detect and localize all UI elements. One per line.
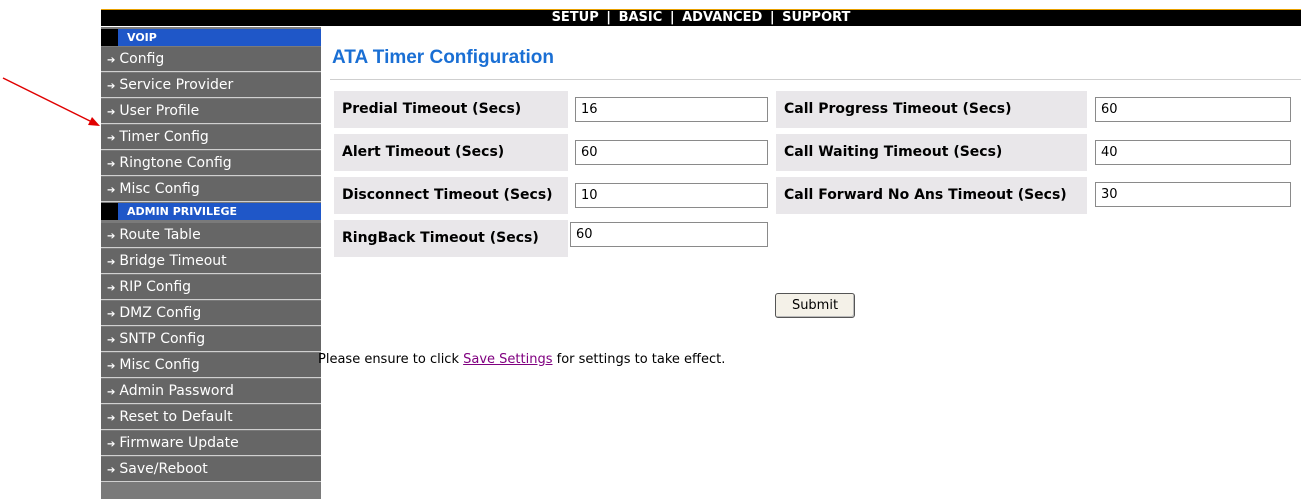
call-forward-timeout-input[interactable] <box>1095 182 1291 207</box>
nav-basic-link[interactable]: BASIC <box>619 10 663 25</box>
sidebar-item-label: Save/Reboot <box>119 461 208 477</box>
arrow-right-icon: ➔ <box>107 283 116 294</box>
sidebar-item-misc-config[interactable]: ➔ Misc Config <box>101 177 321 202</box>
sidebar-item-misc-config-admin[interactable]: ➔ Misc Config <box>101 353 321 378</box>
sidebar-item-label: Reset to Default <box>119 409 233 425</box>
sidebar-item-service-provider[interactable]: ➔ Service Provider <box>101 73 321 98</box>
sidebar-section-voip: VOIP <box>101 29 321 46</box>
sidebar-item-timer-config[interactable]: ➔ Timer Config <box>101 125 321 150</box>
arrow-right-icon: ➔ <box>107 133 116 144</box>
sidebar: VOIP ➔ Config ➔ Service Provider ➔ User Pro… <box>101 27 321 499</box>
nav-advanced-link[interactable]: ADVANCED <box>682 10 762 25</box>
alert-timeout-label: Alert Timeout (Secs) <box>334 134 568 171</box>
call-progress-timeout-label: Call Progress Timeout (Secs) <box>776 91 1087 128</box>
predial-timeout-label: Predial Timeout (Secs) <box>334 91 568 128</box>
sidebar-item-label: SNTP Config <box>119 331 206 347</box>
arrow-right-icon: ➔ <box>107 231 116 242</box>
sidebar-header-admin-privilege: ADMIN PRIVILEGE <box>118 203 321 220</box>
arrow-right-icon: ➔ <box>107 465 116 476</box>
sidebar-item-label: Ringtone Config <box>119 155 232 171</box>
note-prefix: Please ensure to click <box>318 352 464 367</box>
sidebar-item-ringtone-config[interactable]: ➔ Ringtone Config <box>101 151 321 176</box>
nav-separator: | <box>769 10 775 25</box>
alert-timeout-input[interactable] <box>575 140 768 165</box>
sidebar-item-label: Route Table <box>119 227 201 243</box>
arrow-right-icon: ➔ <box>107 159 116 170</box>
arrow-right-icon: ➔ <box>107 257 116 268</box>
call-waiting-timeout-label: Call Waiting Timeout (Secs) <box>776 134 1087 171</box>
sidebar-item-rip-config[interactable]: ➔ RIP Config <box>101 275 321 300</box>
top-nav: SETUP | BASIC | ADVANCED | SUPPORT <box>101 9 1301 26</box>
arrow-right-icon: ➔ <box>107 413 116 424</box>
sidebar-item-label: Bridge Timeout <box>119 253 227 269</box>
arrow-right-icon: ➔ <box>107 55 116 66</box>
call-forward-timeout-label: Call Forward No Ans Timeout (Secs) <box>776 177 1087 214</box>
arrow-right-icon: ➔ <box>107 335 116 346</box>
arrow-right-icon: ➔ <box>107 81 116 92</box>
sidebar-item-save-reboot[interactable]: ➔ Save/Reboot <box>101 457 321 482</box>
sidebar-item-label: User Profile <box>119 103 200 119</box>
sidebar-item-label: DMZ Config <box>119 305 202 321</box>
sidebar-item-label: Admin Password <box>119 383 234 399</box>
sidebar-item-user-profile[interactable]: ➔ User Profile <box>101 99 321 124</box>
sidebar-item-label: Service Provider <box>119 77 234 93</box>
note-suffix: for settings to take effect. <box>552 352 726 367</box>
sidebar-item-label: Config <box>119 51 165 67</box>
nav-separator: | <box>606 10 612 25</box>
sidebar-item-label: Misc Config <box>119 357 200 373</box>
sidebar-item-config[interactable]: ➔ Config <box>101 47 321 72</box>
sidebar-item-label: Timer Config <box>119 129 209 145</box>
arrow-right-icon: ➔ <box>107 439 116 450</box>
ringback-timeout-label: RingBack Timeout (Secs) <box>334 220 568 257</box>
call-progress-timeout-input[interactable] <box>1095 97 1291 122</box>
sidebar-item-bridge-timeout[interactable]: ➔ Bridge Timeout <box>101 249 321 274</box>
save-settings-link[interactable]: Save Settings <box>463 352 552 367</box>
disconnect-timeout-input[interactable] <box>575 183 768 208</box>
sidebar-item-dmz-config[interactable]: ➔ DMZ Config <box>101 301 321 326</box>
submit-button[interactable]: Submit <box>775 293 855 318</box>
arrow-right-icon: ➔ <box>107 387 116 398</box>
sidebar-section-admin: ADMIN PRIVILEGE <box>101 203 321 220</box>
sidebar-item-label: Misc Config <box>119 181 200 197</box>
sidebar-item-route-table[interactable]: ➔ Route Table <box>101 223 321 248</box>
sidebar-item-admin-password[interactable]: ➔ Admin Password <box>101 379 321 404</box>
nav-support-link[interactable]: SUPPORT <box>782 10 850 25</box>
nav-setup-link[interactable]: SETUP <box>552 10 599 25</box>
sidebar-item-reset-to-default[interactable]: ➔ Reset to Default <box>101 405 321 430</box>
sidebar-item-label: Firmware Update <box>119 435 239 451</box>
sidebar-item-sntp-config[interactable]: ➔ SNTP Config <box>101 327 321 352</box>
call-waiting-timeout-input[interactable] <box>1095 140 1291 165</box>
title-divider <box>330 79 1301 80</box>
nav-separator: | <box>669 10 675 25</box>
save-settings-note: Please ensure to click Save Settings for… <box>318 352 725 367</box>
disconnect-timeout-label: Disconnect Timeout (Secs) <box>334 177 568 214</box>
arrow-right-icon: ➔ <box>107 309 116 320</box>
predial-timeout-input[interactable] <box>575 97 768 122</box>
ringback-timeout-input[interactable] <box>570 222 768 247</box>
sidebar-item-label: RIP Config <box>119 279 192 295</box>
arrow-right-icon: ➔ <box>107 107 116 118</box>
arrow-right-icon: ➔ <box>107 185 116 196</box>
sidebar-item-firmware-update[interactable]: ➔ Firmware Update <box>101 431 321 456</box>
page-title: ATA Timer Configuration <box>332 47 555 68</box>
sidebar-header-voip: VOIP <box>118 29 321 46</box>
arrow-right-icon: ➔ <box>107 361 116 372</box>
